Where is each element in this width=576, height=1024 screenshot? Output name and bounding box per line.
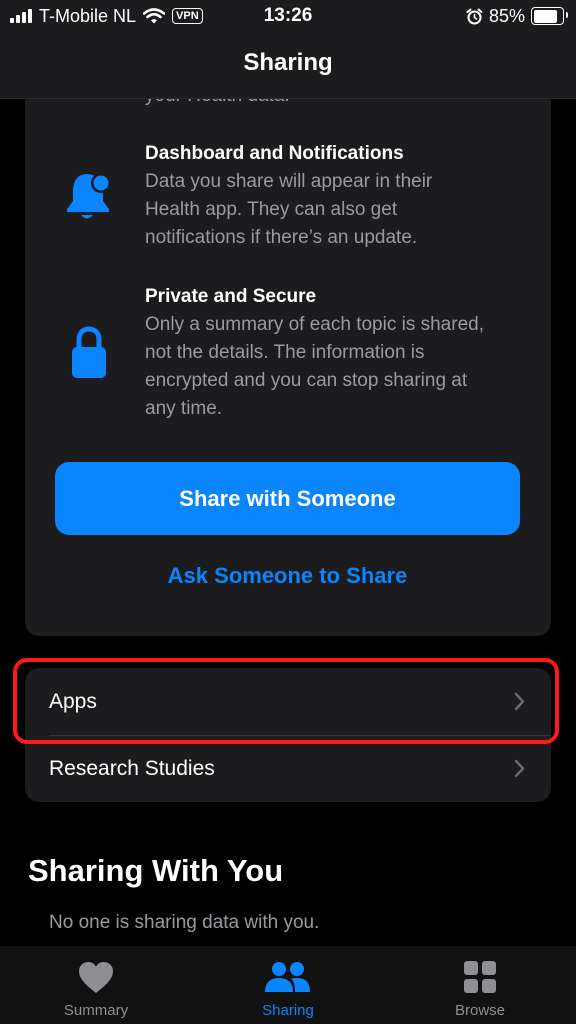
navigation-header: T-Mobile NL VPN 13:26 85% Sharing (0, 0, 576, 99)
share-with-someone-button[interactable]: Share with Someone (55, 462, 520, 535)
grid-icon (464, 961, 496, 993)
list-item-apps[interactable]: Apps (25, 668, 551, 735)
screen: your Health data. Dashboard and Notifica… (0, 0, 576, 1024)
chevron-right-icon (514, 692, 525, 711)
tab-sharing[interactable]: Sharing (192, 946, 384, 1024)
feature-description-line: not the details. The information is (145, 342, 425, 363)
tab-label: Summary (63, 1002, 129, 1019)
feature-title: Private and Secure (145, 286, 317, 307)
sharing-with-you-title: Sharing With You (28, 853, 284, 888)
feature-private-secure: Private and Secure Only a summary of eac… (145, 283, 535, 423)
battery-fill (533, 9, 558, 23)
list-item-label: Apps (49, 690, 97, 713)
list-item-research-studies[interactable]: Research Studies (25, 735, 551, 802)
tab-browse[interactable]: Browse (384, 946, 576, 1024)
heart-icon (79, 962, 113, 993)
alarm-icon (466, 8, 483, 24)
page-title: Sharing (243, 49, 333, 76)
sharing-with-you-empty-text: No one is sharing data with you. (49, 912, 320, 933)
tab-bar: Summary Sharing Browse (0, 946, 576, 1024)
status-bar: T-Mobile NL VPN 13:26 85% (0, 0, 576, 32)
feature-description: Data you share will appear in their Heal… (145, 168, 535, 252)
feature-description: Only a summary of each topic is shared, … (145, 311, 535, 423)
feature-title: Dashboard and Notifications (145, 143, 404, 164)
battery-percentage: 85% (488, 5, 525, 26)
feature-description-line: notifications if there’s an update. (145, 227, 418, 248)
people-icon (265, 962, 310, 992)
battery-icon (531, 7, 568, 25)
list-item-label: Research Studies (49, 757, 215, 780)
tab-label: Browse (454, 1002, 506, 1019)
feature-description-line: Only a summary of each topic is shared, (145, 314, 484, 335)
battery-tip (565, 12, 568, 18)
feature-dashboard-notifications: Dashboard and Notifications Data you sha… (145, 140, 535, 252)
tab-label: Sharing (262, 1002, 314, 1019)
tab-summary[interactable]: Summary (0, 946, 192, 1024)
feature-description-line: Health app. They can also get (145, 199, 398, 220)
chevron-right-icon (514, 759, 525, 778)
lock-icon (72, 326, 106, 378)
sharing-options-list: Apps Research Studies (25, 668, 551, 802)
ask-someone-to-share-button[interactable]: Ask Someone to Share (55, 560, 520, 592)
feature-description-line: Data you share will appear in their (145, 171, 433, 192)
feature-description-line: encrypted and you can stop sharing at (145, 370, 468, 391)
status-right: 85% (466, 4, 568, 28)
feature-description-line: any time. (145, 398, 223, 419)
bell-badge-icon (67, 173, 111, 219)
